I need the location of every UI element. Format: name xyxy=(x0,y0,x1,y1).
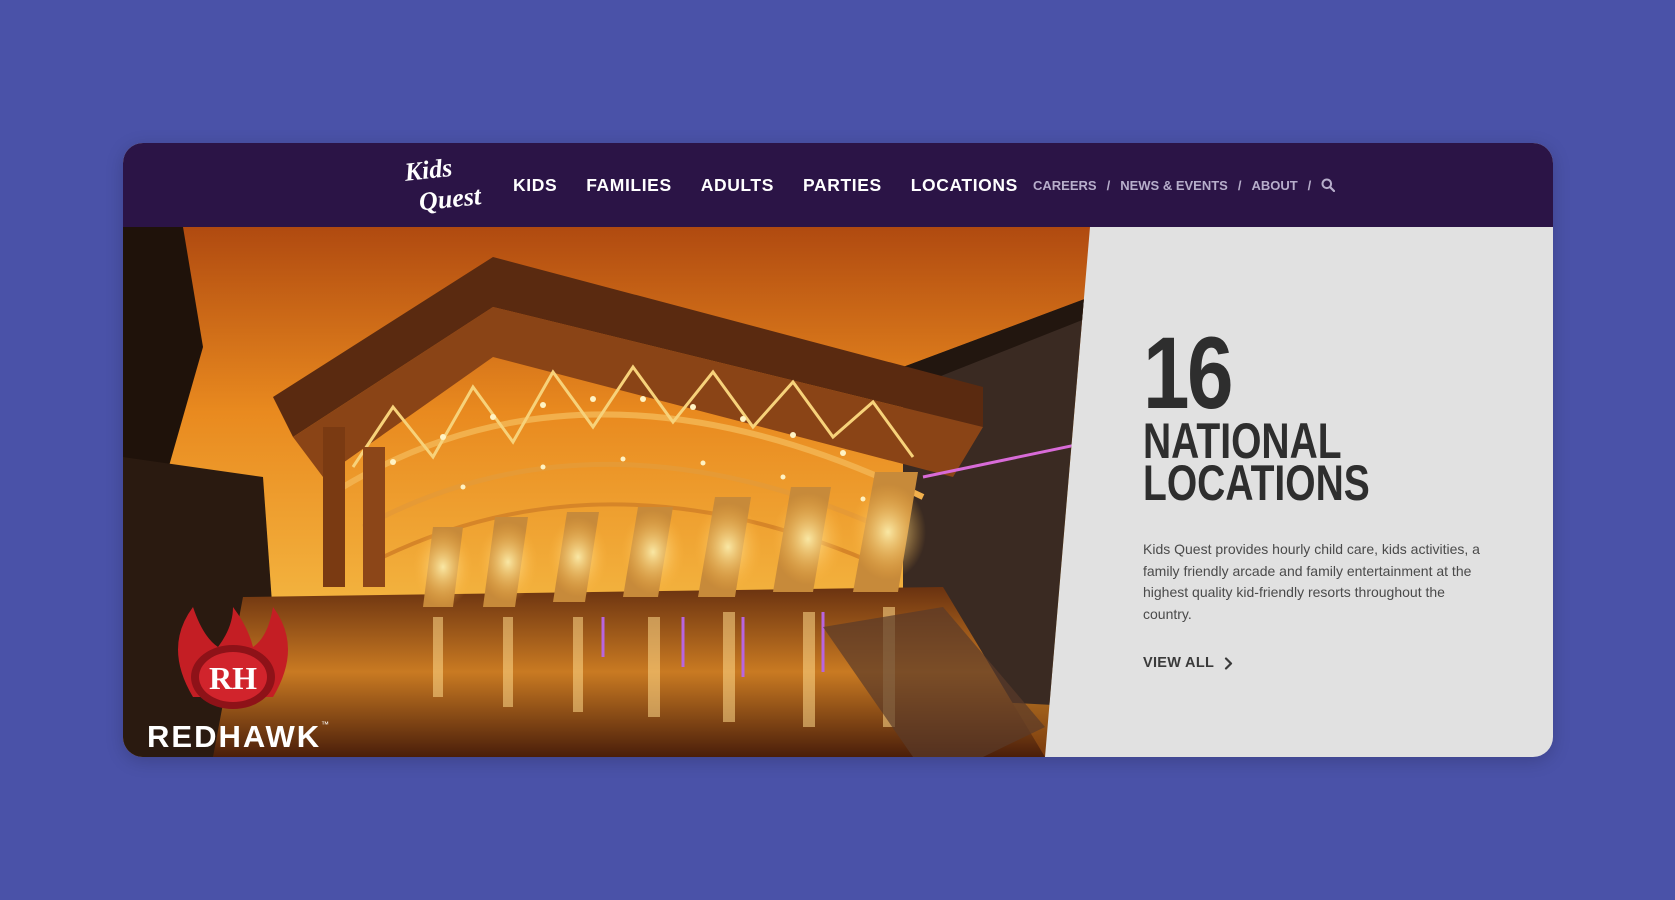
locations-panel: 16 NATIONAL LOCATIONS Kids Quest provide… xyxy=(1143,316,1503,672)
logo-kids-text: Kids xyxy=(403,155,454,187)
primary-nav: KIDS FAMILIES ADULTS PARTIES LOCATIONS xyxy=(513,143,1018,227)
nav-kids[interactable]: KIDS xyxy=(513,175,557,196)
nav-parties[interactable]: PARTIES xyxy=(803,175,882,196)
top-navigation: Kids Quest KIDS FAMILIES ADULTS PARTIES … xyxy=(123,143,1553,227)
nav-separator: / xyxy=(1307,177,1312,193)
nav-careers[interactable]: CAREERS xyxy=(1033,178,1097,193)
nav-locations[interactable]: LOCATIONS xyxy=(911,175,1018,196)
nav-separator: / xyxy=(1106,177,1111,193)
view-all-label: VIEW ALL xyxy=(1143,655,1215,671)
locations-count: 16 xyxy=(1143,316,1234,430)
view-all-link[interactable]: VIEW ALL xyxy=(1143,655,1233,671)
nav-families[interactable]: FAMILIES xyxy=(586,175,672,196)
logo-quest-text: Quest xyxy=(418,181,484,215)
nav-separator: / xyxy=(1237,177,1242,193)
kids-quest-logo[interactable]: Kids Quest xyxy=(403,155,493,215)
search-icon[interactable] xyxy=(1321,178,1336,192)
redhawk-monogram: RH xyxy=(209,660,257,696)
redhawk-trademark: ™ xyxy=(321,720,329,729)
utility-nav: CAREERS / NEWS & EVENTS / ABOUT / xyxy=(1033,143,1336,227)
nav-about[interactable]: ABOUT xyxy=(1251,178,1297,193)
chevron-right-icon xyxy=(1225,656,1233,670)
redhawk-wordmark: REDHAWK xyxy=(147,719,321,754)
locations-description: Kids Quest provides hourly child care, k… xyxy=(1143,541,1480,622)
site-card: Kids Quest KIDS FAMILIES ADULTS PARTIES … xyxy=(123,143,1553,757)
locations-headline-line2: LOCATIONS xyxy=(1143,455,1370,511)
nav-news-events[interactable]: NEWS & EVENTS xyxy=(1120,178,1228,193)
nav-adults[interactable]: ADULTS xyxy=(701,175,774,196)
hero-section: RH REDHAWK ™ 16 NATIONAL LOCATIONS Kids … xyxy=(123,227,1553,757)
